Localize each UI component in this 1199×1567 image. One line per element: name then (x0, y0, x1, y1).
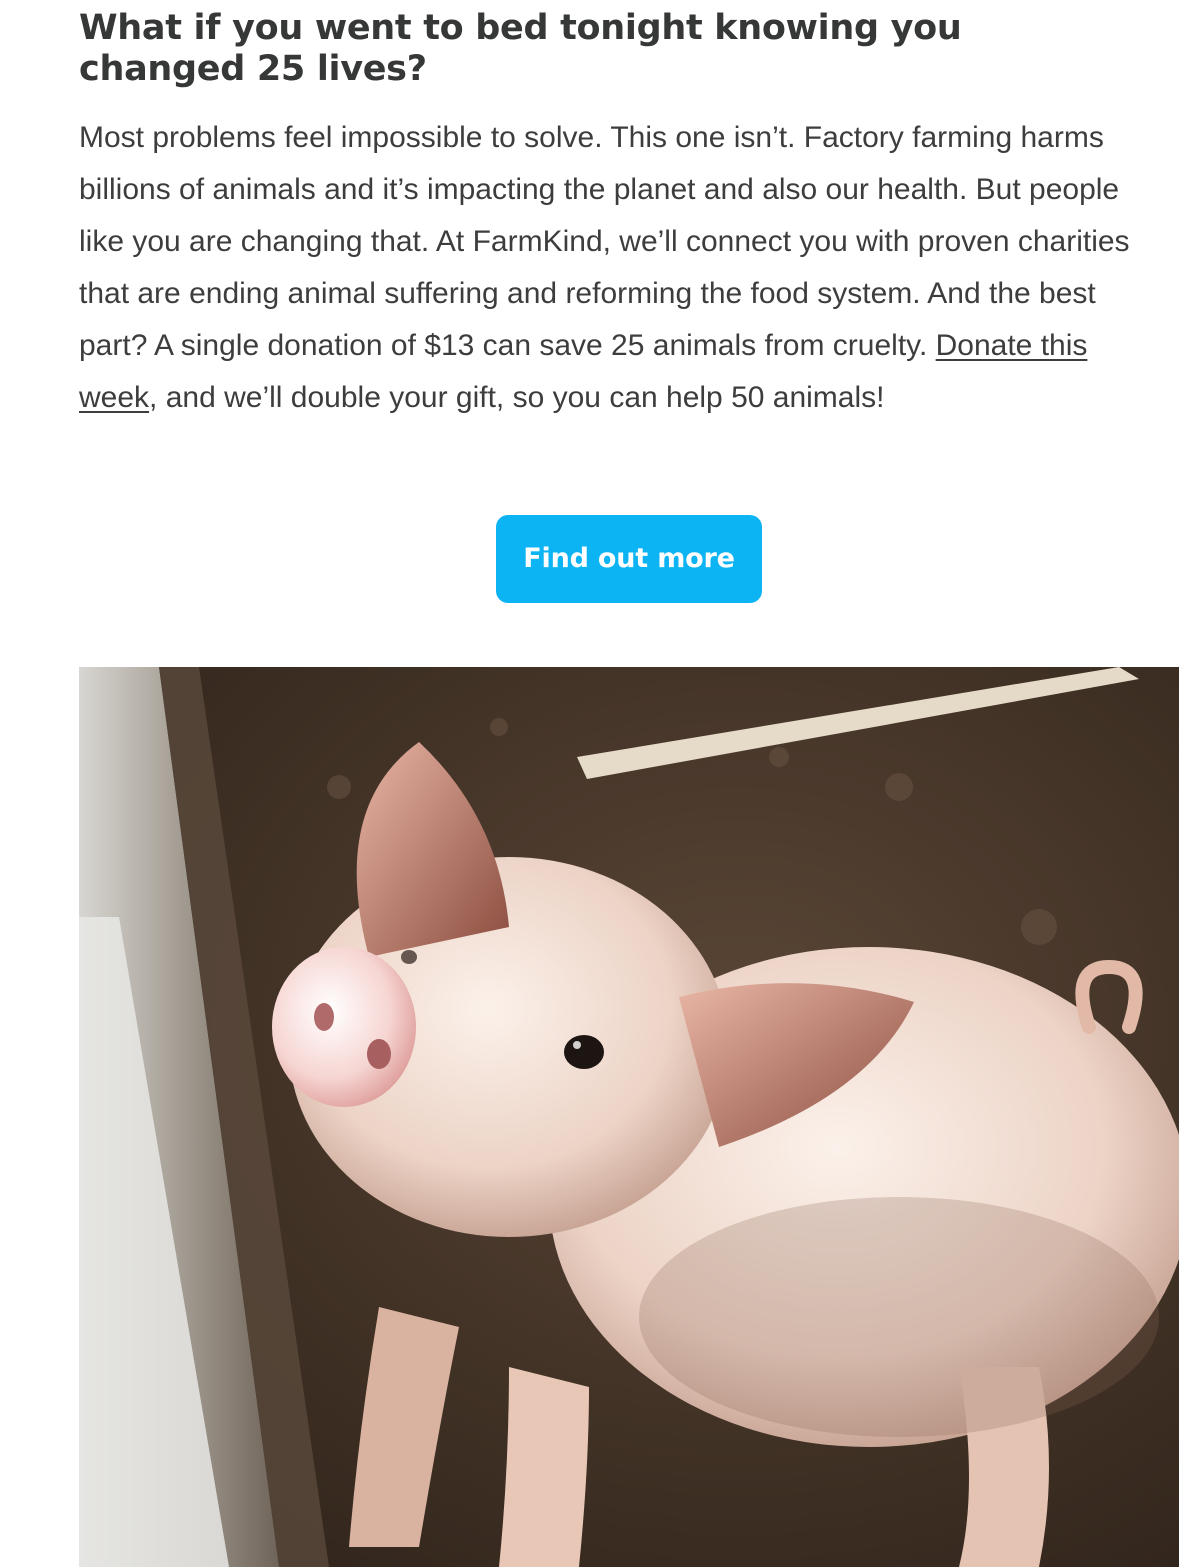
cta-row: Find out more (79, 515, 1179, 603)
article: What if you went to bed tonight knowing … (79, 0, 1179, 603)
piglet-snout (272, 947, 416, 1107)
headline: What if you went to bed tonight knowing … (79, 8, 962, 89)
body-text-before-link: Most problems feel impossible to solve. … (79, 121, 1130, 362)
find-out-more-button[interactable]: Find out more (496, 515, 762, 603)
body-text-after-link: , and we’ll double your gift, so you can… (149, 381, 885, 414)
body-paragraph: Most problems feel impossible to solve. … (79, 112, 1159, 424)
piglet-photo (79, 667, 1179, 1567)
piglet-eye (564, 1035, 604, 1069)
